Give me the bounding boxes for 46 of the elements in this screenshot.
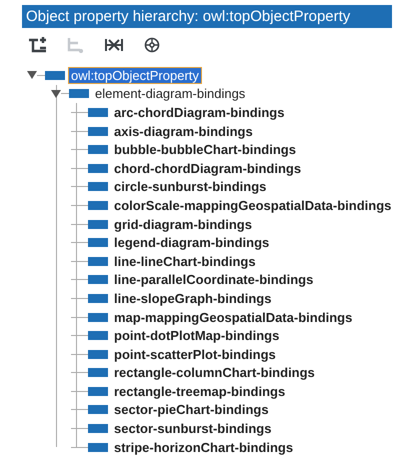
property-icon [88, 424, 108, 434]
property-icon [88, 238, 108, 248]
property-icon [88, 182, 108, 192]
tree-item[interactable]: map-mappingGeospatialData-bindings [111, 308, 356, 326]
expanded-triangle-icon[interactable] [51, 88, 61, 99]
tree-item[interactable]: colorScale-mappingGeospatialData-bindings [111, 196, 394, 214]
property-icon [88, 126, 108, 136]
property-icon [88, 164, 108, 173]
property-icon [88, 368, 108, 378]
tree-item[interactable]: arc-chordDiagram-bindings [111, 104, 288, 121]
tree-item[interactable]: line-lineChart-bindings [111, 252, 259, 270]
tree-item[interactable]: bubble-bubbleChart-bindings [111, 141, 299, 158]
tree-item[interactable]: point-dotPlotMap-bindings [111, 327, 282, 344]
tree-item[interactable]: stripe-horizonChart-bindings [111, 438, 296, 456]
property-icon [88, 405, 108, 414]
property-icon [88, 200, 108, 210]
property-icon [88, 312, 108, 322]
tree-item[interactable]: legend-diagram-bindings [111, 234, 272, 252]
tree-item[interactable]: element-diagram-bindings [92, 85, 248, 102]
tree-item[interactable]: sector-pieChart-bindings [111, 401, 272, 418]
property-icon [88, 331, 108, 340]
tree-item[interactable]: grid-diagram-bindings [111, 216, 255, 233]
tree-item[interactable]: chord-chordDiagram-bindings [111, 160, 304, 177]
tree-item[interactable]: axis-diagram-bindings [111, 122, 256, 140]
tree-item[interactable]: owl:topObjectProperty [68, 66, 202, 84]
property-icon [88, 442, 108, 452]
tree-item[interactable]: point-scatterPlot-bindings [111, 346, 279, 363]
panel-title: Object property hierarchy: owl:topObjectProperty [22, 5, 392, 28]
tree-item[interactable]: line-slopeGraph-bindings [111, 290, 274, 307]
tree-item[interactable]: line-parallelCoordinate-bindings [111, 271, 316, 288]
property-icon [45, 70, 65, 80]
property-icon [88, 294, 108, 303]
tree-item[interactable]: circle-sunburst-bindings [111, 178, 270, 196]
property-icon [88, 275, 108, 284]
property-icon [88, 256, 108, 266]
property-icon [88, 108, 108, 117]
tree-item[interactable]: rectangle-columnChart-bindings [111, 364, 318, 382]
tree-item[interactable]: sector-sunburst-bindings [111, 420, 274, 438]
delete-icon[interactable] [102, 36, 126, 54]
property-icon [88, 145, 108, 154]
expanded-triangle-icon[interactable] [27, 70, 37, 80]
property-icon [88, 220, 108, 229]
property-icon [69, 89, 89, 98]
property-icon [88, 350, 108, 359]
tree-item[interactable]: rectangle-treemap-bindings [111, 382, 288, 400]
property-icon [88, 386, 108, 396]
